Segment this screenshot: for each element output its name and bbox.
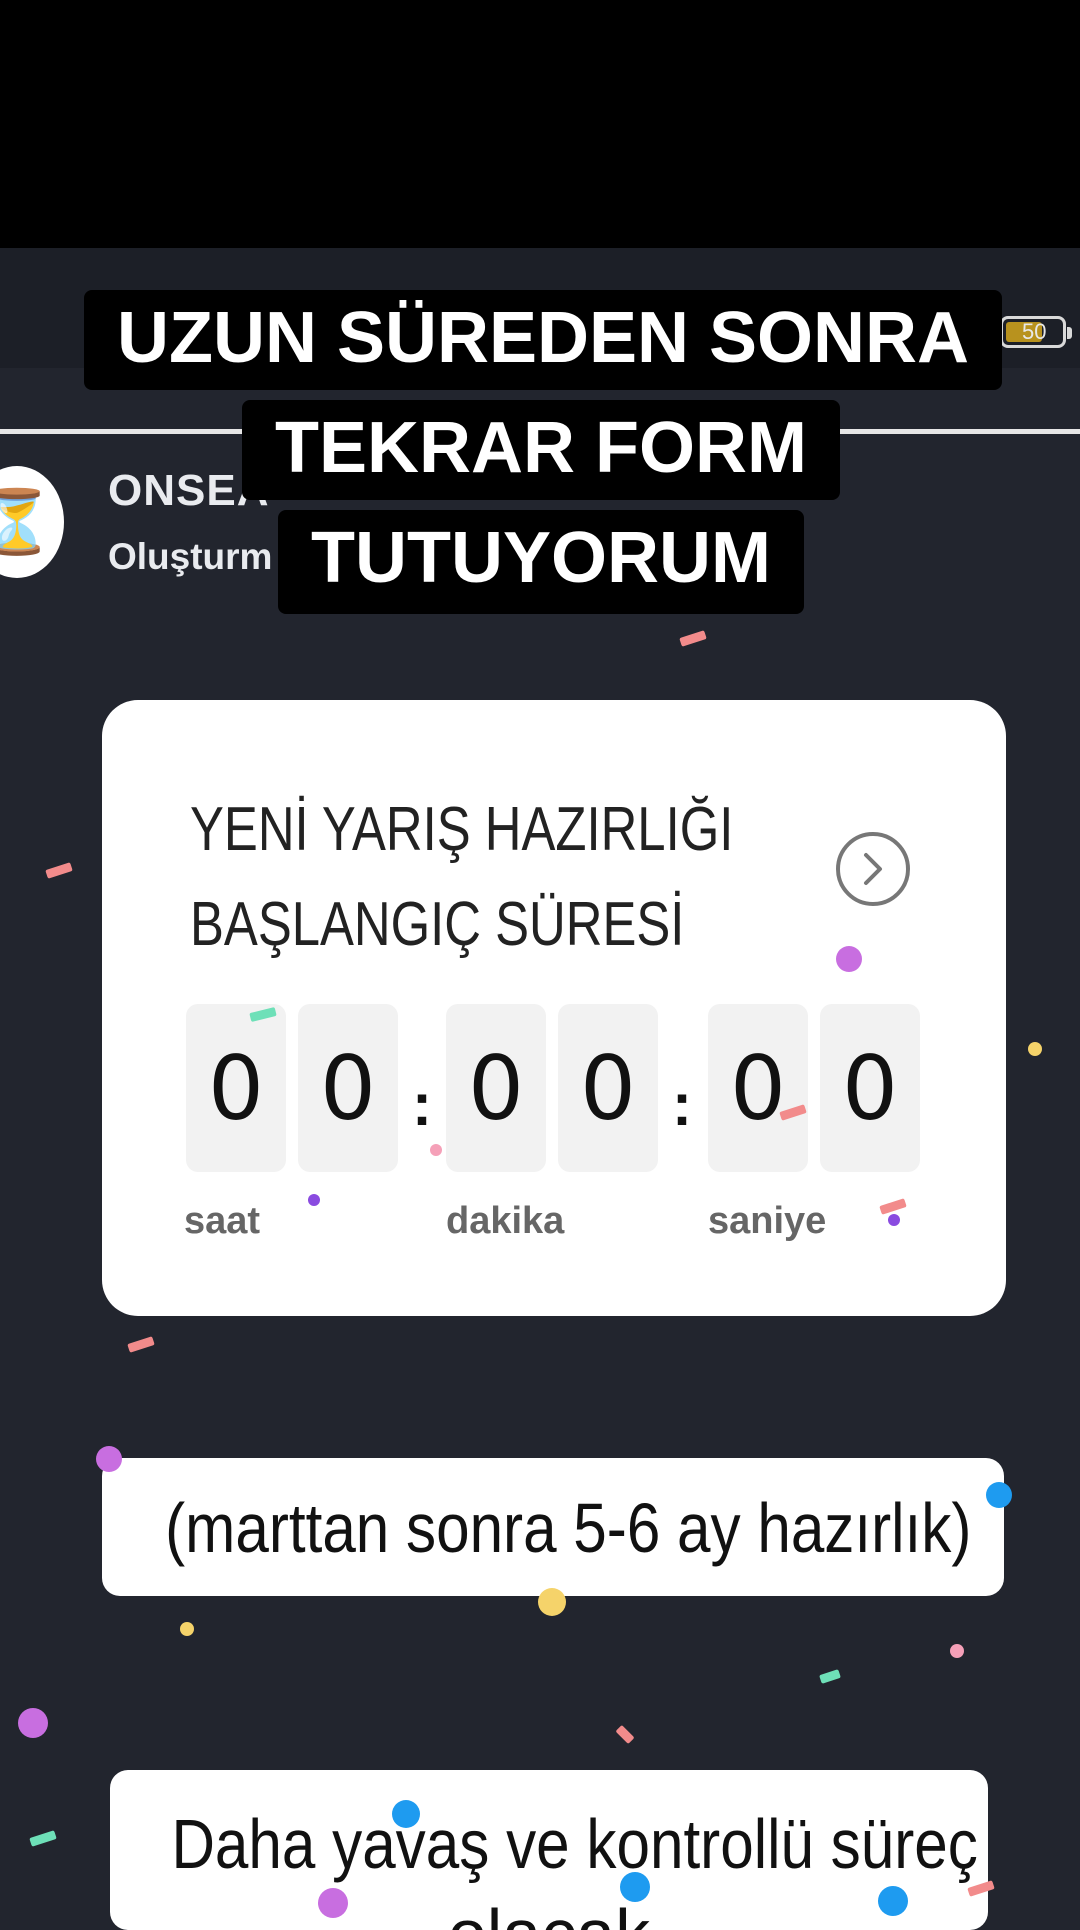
- avatar[interactable]: ⏳: [0, 466, 64, 578]
- text-sticker-2[interactable]: Daha yavaş ve kontrollü süreç olacak: [110, 1770, 988, 1930]
- colon-separator: :: [412, 1071, 432, 1138]
- confetti-piece: [819, 1669, 841, 1684]
- caption-line-2: TEKRAR FORM: [242, 400, 840, 500]
- seconds-digit-1: 0: [708, 1004, 808, 1172]
- confetti-piece: [620, 1872, 650, 1902]
- countdown-sticker[interactable]: YENİ YARIŞ HAZIRLIĞI BAŞLANGIÇ SÜRESİ 0 …: [102, 700, 1006, 1316]
- text-sticker-1-text: (marttan sonra 5-6 ay hazırlık): [165, 1489, 972, 1567]
- confetti-piece: [318, 1888, 348, 1918]
- confetti-piece: [679, 630, 707, 647]
- confetti-piece: [96, 1446, 122, 1472]
- hourglass-icon: ⏳: [0, 487, 56, 557]
- seconds-label: saniye: [708, 1200, 827, 1242]
- confetti-piece: [538, 1588, 566, 1616]
- text-sticker-1[interactable]: (marttan sonra 5-6 ay hazırlık): [102, 1458, 1004, 1596]
- countdown-title-line-1: YENİ YARIŞ HAZIRLIĞI: [190, 795, 734, 864]
- battery-level: 50: [1022, 319, 1047, 344]
- confetti-piece: [888, 1214, 900, 1226]
- colon-separator: :: [672, 1071, 692, 1138]
- caption-line-3: TUTUYORUM: [278, 510, 804, 614]
- confetti-piece: [127, 1336, 155, 1353]
- confetti-piece: [392, 1800, 420, 1828]
- battery-nub: [1067, 327, 1072, 339]
- confetti-piece: [308, 1194, 320, 1206]
- battery-indicator: 50: [1000, 316, 1072, 348]
- confetti-piece: [18, 1708, 48, 1738]
- confetti-piece: [29, 1830, 57, 1847]
- seconds-digit-2: 0: [820, 1004, 920, 1172]
- chevron-right-icon[interactable]: [836, 832, 910, 906]
- confetti-piece: [878, 1886, 908, 1916]
- minutes-digit-2: 0: [558, 1004, 658, 1172]
- minutes-digit-1: 0: [446, 1004, 546, 1172]
- top-black-bar: [0, 0, 1080, 248]
- hours-label: saat: [184, 1200, 261, 1242]
- countdown-title-line-2: BAŞLANGIÇ SÜRESİ: [190, 890, 685, 959]
- confetti-piece: [1028, 1042, 1042, 1056]
- confetti-piece: [180, 1622, 194, 1636]
- caption-line-1: UZUN SÜREDEN SONRA: [84, 290, 1002, 390]
- minutes-label: dakika: [446, 1200, 565, 1242]
- account-subtitle: Oluşturm: [108, 536, 273, 577]
- text-sticker-2-cut-text: olacak: [110, 1894, 988, 1930]
- confetti-piece: [615, 1724, 635, 1745]
- hours-digit-2: 0: [298, 1004, 398, 1172]
- confetti-piece: [950, 1644, 964, 1658]
- text-sticker-2-text: Daha yavaş ve kontrollü süreç: [171, 1805, 978, 1883]
- confetti-piece: [986, 1482, 1012, 1508]
- confetti-piece: [430, 1144, 442, 1156]
- confetti-piece: [836, 946, 862, 972]
- hours-digit-1: 0: [186, 1004, 286, 1172]
- confetti-piece: [45, 862, 73, 879]
